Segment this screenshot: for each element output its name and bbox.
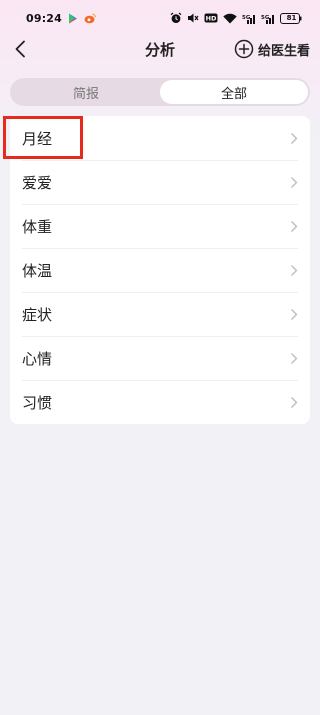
svg-text:5G: 5G [261,15,270,21]
play-store-icon [68,13,78,24]
chevron-right-icon [290,308,298,321]
list-item-temperature[interactable]: 体温 [10,248,310,292]
list-item-menstruation[interactable]: 月经 [10,116,310,160]
list-item-sex[interactable]: 爱爱 [10,160,310,204]
chevron-left-icon [15,40,25,58]
list-item-label: 体温 [22,261,53,280]
chevron-right-icon [290,176,298,189]
list-item-mood[interactable]: 心情 [10,336,310,380]
list-item-label: 症状 [22,305,53,324]
svg-text:HD: HD [206,15,217,23]
status-time: 09:24 [26,11,63,25]
tab-all[interactable]: 全部 [160,80,308,104]
battery-icon: 81 [280,12,302,24]
list-item-label: 心情 [22,349,53,368]
back-button[interactable] [10,36,30,62]
signal-icon: 5G [242,13,256,24]
plus-circle-icon [234,39,254,59]
navigation-bar: 分析 给医生看 [0,36,320,62]
chevron-right-icon [290,132,298,145]
signal-icon: 5G [261,13,275,24]
mute-icon [187,12,199,24]
list-item-weight[interactable]: 体重 [10,204,310,248]
tab-brief[interactable]: 简报 [12,80,160,104]
list-item-symptoms[interactable]: 症状 [10,292,310,336]
alarm-icon [170,12,182,24]
chevron-right-icon [290,352,298,365]
share-to-doctor-label: 给医生看 [257,43,310,59]
chevron-right-icon [290,220,298,233]
list-item-label: 月经 [22,129,53,148]
wifi-icon [223,13,237,24]
list-item-habits[interactable]: 习惯 [10,380,310,424]
analysis-list: 月经 爱爱 体重 体温 症状 心情 习惯 [10,116,310,424]
chevron-right-icon [290,264,298,277]
share-to-doctor-button[interactable]: 给医生看 [234,37,310,61]
list-item-label: 体重 [22,217,53,236]
segment-control: 简报 全部 [10,78,310,106]
list-item-label: 爱爱 [22,173,53,192]
svg-text:5G: 5G [242,15,251,21]
list-item-label: 习惯 [22,393,53,412]
battery-level: 81 [286,14,297,22]
hd-icon: HD [204,13,218,23]
weibo-icon [84,13,96,24]
status-bar: 09:24 HD 5G 5G 81 [0,0,320,36]
chevron-right-icon [290,396,298,409]
